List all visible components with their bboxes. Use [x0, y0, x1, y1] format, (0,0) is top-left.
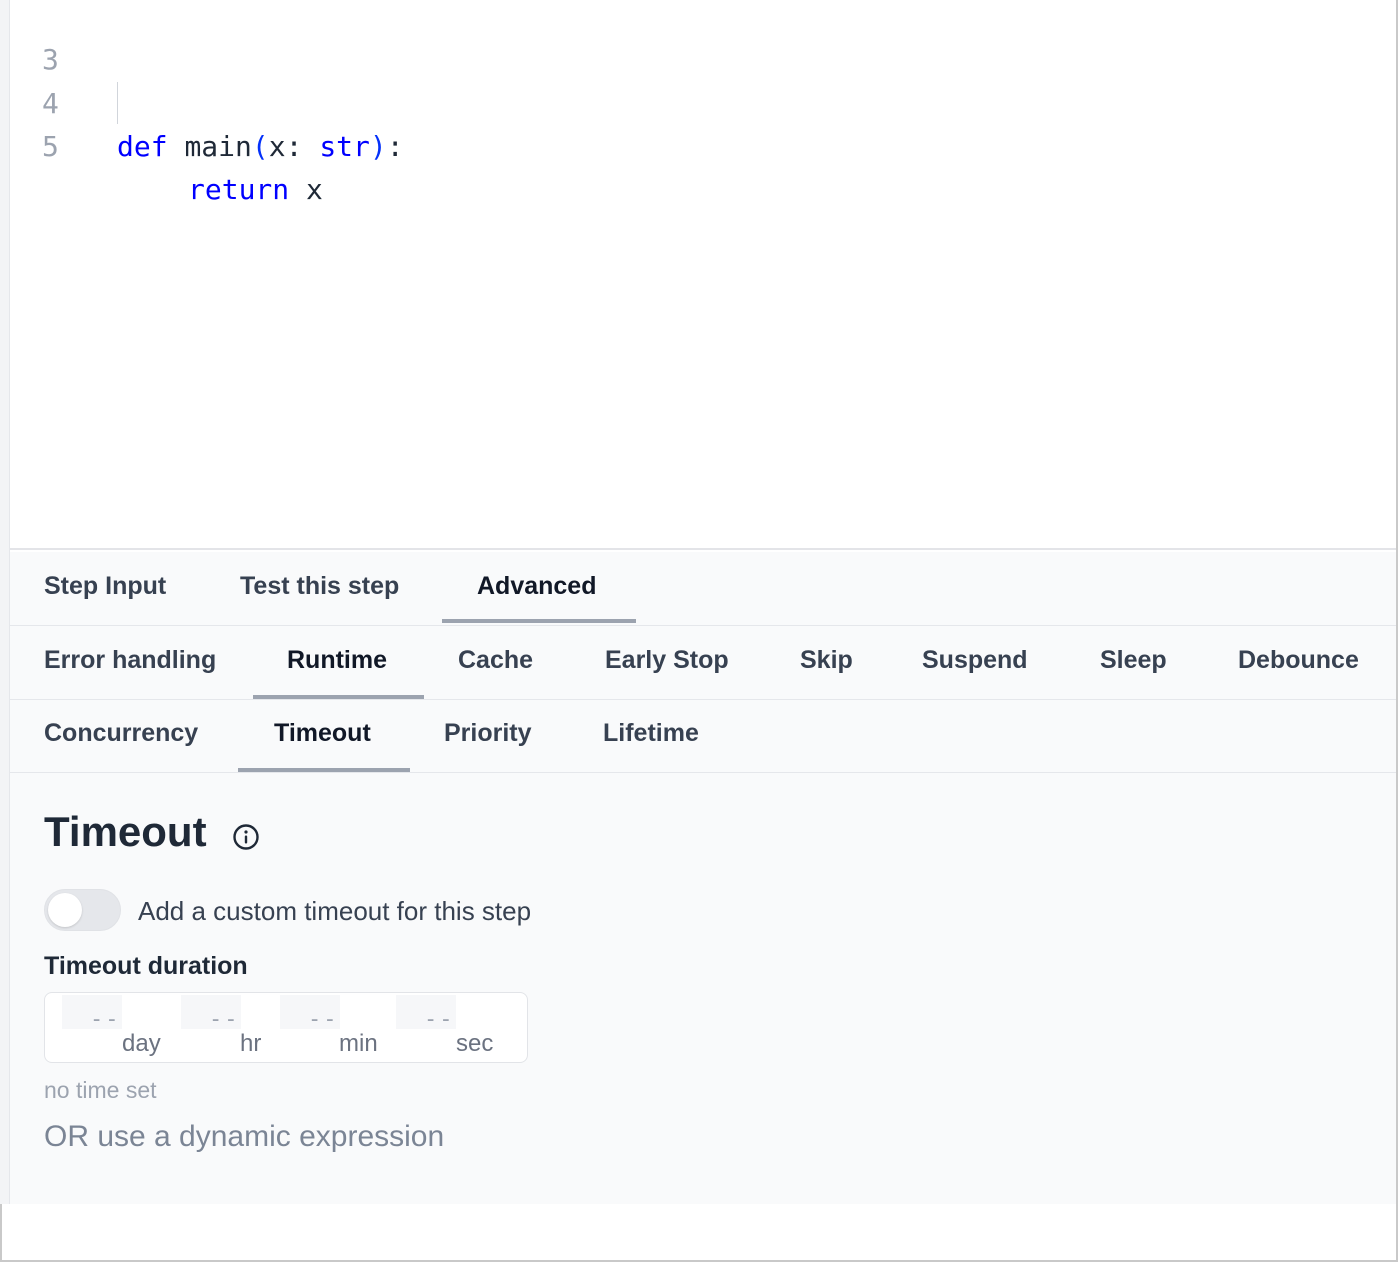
tab-runtime[interactable]: Runtime — [287, 646, 387, 675]
dynamic-expression-link[interactable]: OR use a dynamic expression — [44, 1120, 444, 1154]
custom-timeout-toggle[interactable] — [44, 889, 121, 931]
duration-label: Timeout duration — [44, 952, 248, 980]
indent-guide — [117, 82, 118, 124]
toggle-knob — [48, 893, 82, 927]
tab-error-handling[interactable]: Error handling — [44, 646, 216, 675]
hr-field[interactable]: -- — [181, 995, 241, 1032]
keyword-return: return — [188, 173, 290, 206]
tab-suspend[interactable]: Suspend — [922, 646, 1028, 675]
toggle-label: Add a custom timeout for this step — [138, 896, 532, 926]
info-icon[interactable] — [232, 823, 260, 851]
hr-placeholder: -- — [209, 1007, 240, 1032]
line-number: 5 — [42, 130, 59, 163]
section-title: Timeout — [44, 808, 207, 855]
tab-advanced[interactable]: Advanced — [477, 572, 596, 601]
open-paren: ( — [251, 130, 269, 163]
code-text: return x — [188, 168, 323, 211]
close-paren: ) — [369, 130, 387, 163]
keyword-def: def — [117, 130, 168, 163]
tab-sleep[interactable]: Sleep — [1100, 646, 1167, 675]
sec-field[interactable]: -- — [396, 995, 456, 1032]
tab-runtime-underline — [253, 695, 424, 699]
sec-unit: sec — [456, 1030, 494, 1057]
return-value: x — [306, 173, 323, 206]
tab-timeout[interactable]: Timeout — [274, 719, 371, 748]
tab-test-this-step[interactable]: Test this step — [240, 572, 399, 601]
tab-concurrency[interactable]: Concurrency — [44, 719, 198, 748]
tab-early-stop[interactable]: Early Stop — [605, 646, 729, 675]
day-field[interactable]: -- — [62, 995, 122, 1032]
code-line-3: 3 — [10, 0, 77, 76]
tab-step-input[interactable]: Step Input — [44, 572, 166, 601]
step-settings-panel: Step Input Test this step Advanced Error… — [10, 552, 1396, 1204]
colon: : — [386, 130, 404, 163]
code-line-5: 5 return x — [10, 82, 323, 206]
day-unit: day — [122, 1030, 161, 1057]
left-rail — [0, 0, 10, 1204]
tab-timeout-underline — [238, 768, 410, 772]
tab-debounce[interactable]: Debounce — [1238, 646, 1359, 675]
tab-advanced-underline — [442, 619, 636, 623]
param: x: — [268, 130, 303, 163]
code-line-4: 4 def main(x: str): — [10, 39, 404, 163]
tab-skip[interactable]: Skip — [800, 646, 853, 675]
hr-unit: hr — [240, 1030, 262, 1057]
code-text: def main(x: str): — [117, 125, 404, 168]
type-str: str — [319, 130, 370, 163]
primary-tabs: Step Input Test this step Advanced — [10, 552, 1396, 626]
sec-placeholder: -- — [424, 1007, 455, 1032]
duration-status: no time set — [44, 1077, 157, 1103]
advanced-tabs-row-1: Error handling Runtime Cache Early Stop … — [10, 626, 1396, 700]
tab-cache[interactable]: Cache — [458, 646, 533, 675]
day-placeholder: -- — [90, 1007, 121, 1032]
min-unit: min — [339, 1030, 378, 1057]
tab-lifetime[interactable]: Lifetime — [603, 719, 699, 748]
code-editor[interactable]: 3 4 def main(x: str): 5 return x — [10, 0, 1396, 550]
timeout-duration-input: -- day -- hr -- min -- sec — [44, 992, 528, 1063]
tab-priority[interactable]: Priority — [444, 719, 532, 748]
min-field[interactable]: -- — [280, 995, 340, 1032]
function-name: main — [184, 130, 252, 163]
advanced-tabs-row-2: Concurrency Timeout Priority Lifetime — [10, 700, 1396, 773]
min-placeholder: -- — [308, 1007, 339, 1032]
